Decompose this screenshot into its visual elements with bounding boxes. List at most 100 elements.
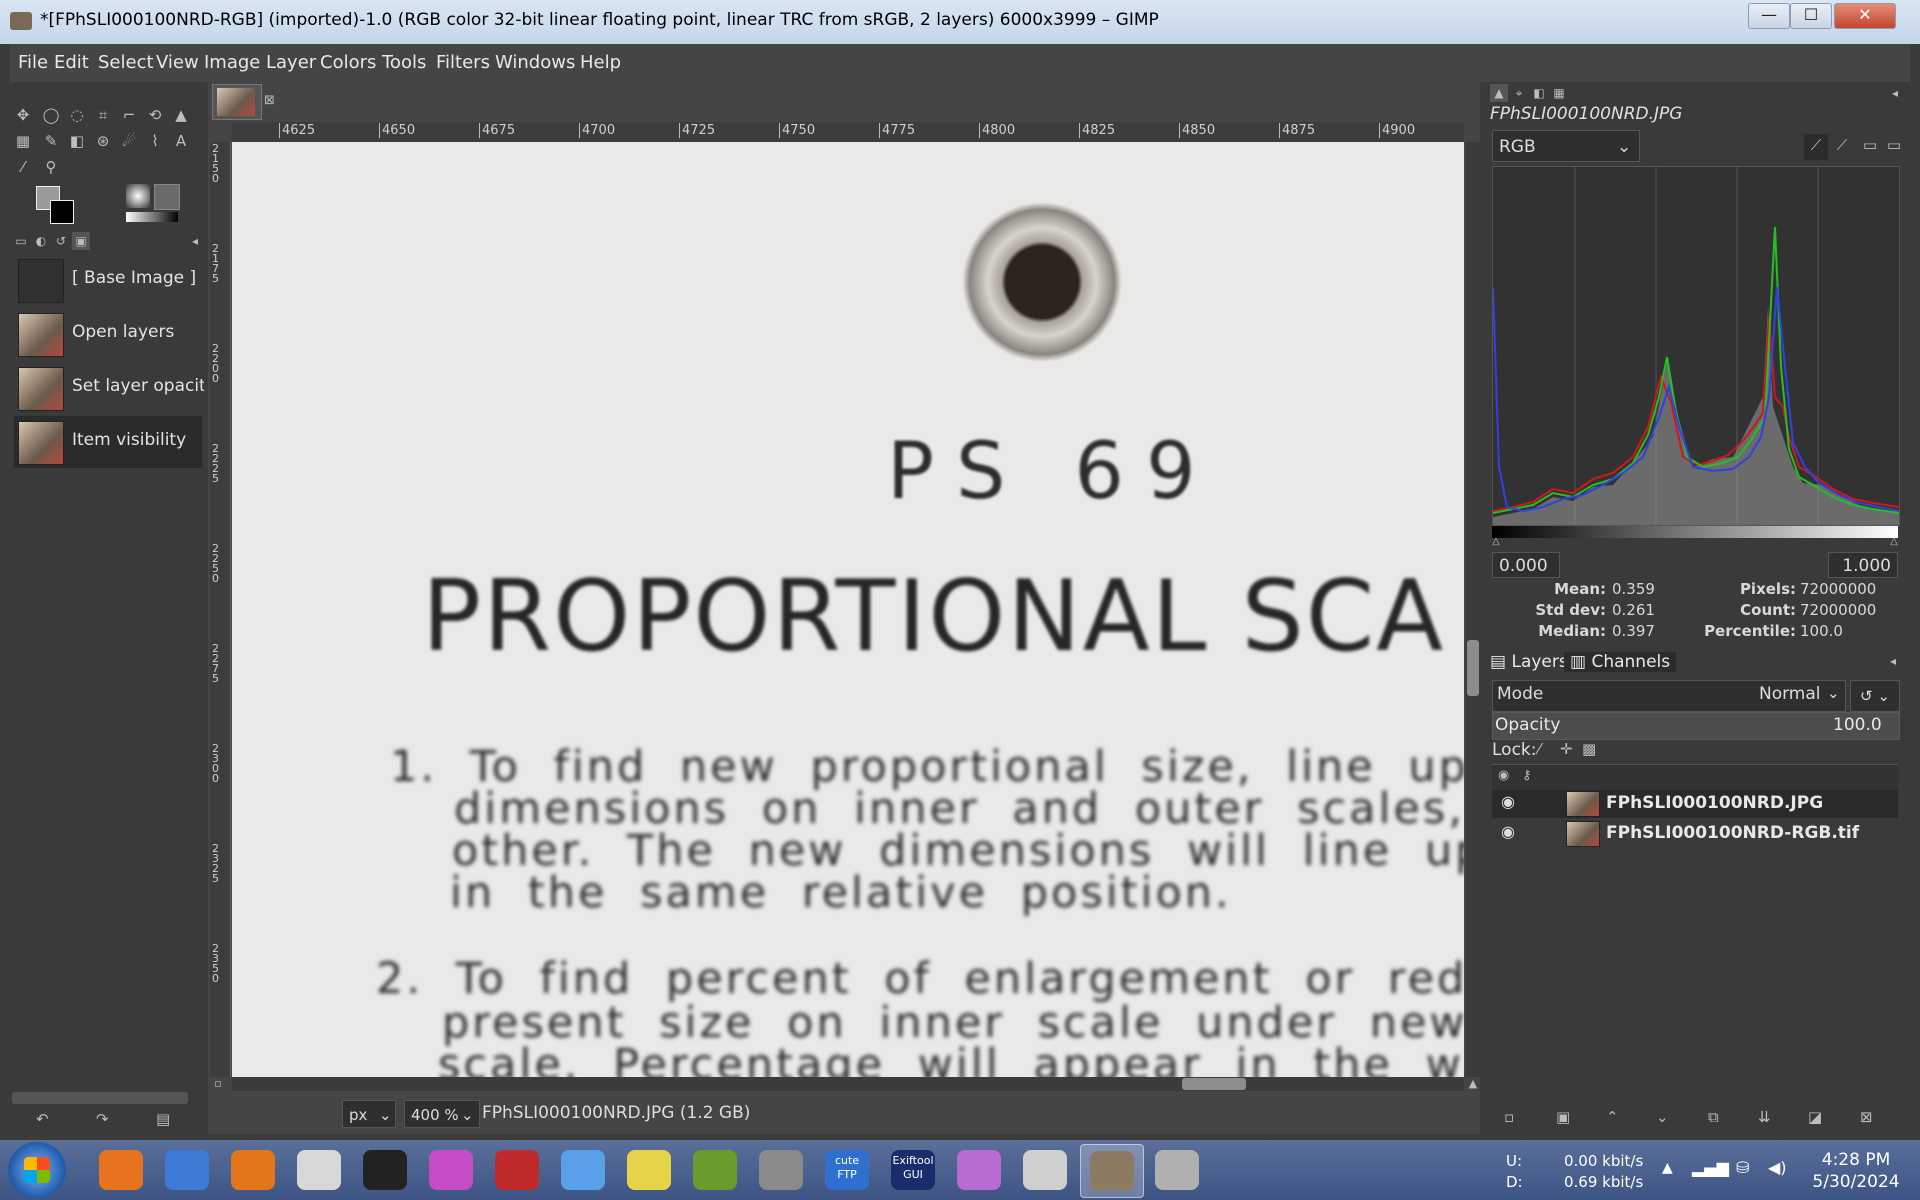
range-high-handle-icon[interactable]: △ xyxy=(1888,536,1900,548)
close-image-tab-icon[interactable]: ⊠ xyxy=(264,90,275,112)
vertical-scrollbar[interactable] xyxy=(1466,142,1480,1077)
mode-select[interactable]: Mode Normal ⌄ xyxy=(1492,680,1846,712)
menu-image[interactable]: Image xyxy=(204,52,260,73)
color-picker-icon[interactable]: ⁄ xyxy=(12,156,34,178)
bucket-fill-icon[interactable]: ▲ xyxy=(170,104,192,126)
taskbar-ruler-app[interactable] xyxy=(618,1144,680,1196)
taskbar-color-wheel[interactable] xyxy=(420,1144,482,1196)
linear-histogram-icon[interactable]: ⟋ xyxy=(1804,134,1828,160)
paintbrush-icon[interactable]: ✎ xyxy=(40,130,62,152)
taskbar-exiftool-gui[interactable]: Exiftool GUI xyxy=(882,1144,944,1196)
taskbar-camera-lens[interactable] xyxy=(354,1144,416,1196)
unit-select[interactable]: px ⌄ xyxy=(342,1100,396,1128)
background-color[interactable] xyxy=(50,200,74,224)
tray-arrow-icon[interactable]: ▲ xyxy=(1662,1160,1673,1176)
crop-icon[interactable]: ⌐ xyxy=(118,104,140,126)
horizontal-scrollbar[interactable] xyxy=(232,1077,1464,1091)
taskbar-snail-app[interactable] xyxy=(684,1144,746,1196)
smudge-icon[interactable]: ☄ xyxy=(118,130,140,152)
navigate-icon[interactable]: ▲ xyxy=(1466,1076,1480,1092)
menu-layer[interactable]: Layer xyxy=(266,52,316,73)
taskbar-hex-editor[interactable] xyxy=(552,1144,614,1196)
signal-icon[interactable]: ▂▄▆ xyxy=(1692,1158,1729,1177)
taskbar-microscope[interactable] xyxy=(1014,1144,1076,1196)
lasso-icon[interactable]: ◌ xyxy=(66,104,88,126)
volume-icon[interactable]: ◀) xyxy=(1768,1158,1787,1177)
menu-edit[interactable]: Edit xyxy=(54,52,89,73)
taskbar-eye-app[interactable] xyxy=(156,1144,218,1196)
horizontal-scroll-thumb[interactable] xyxy=(1182,1078,1246,1090)
start-button[interactable] xyxy=(8,1142,66,1198)
delete-layer-icon[interactable]: ⊠ xyxy=(1860,1106,1873,1128)
colors-tab-icon[interactable]: ◧ xyxy=(1530,84,1548,102)
zoom-tool-icon[interactable]: ⚲ xyxy=(40,156,62,178)
image-tab[interactable] xyxy=(212,84,262,120)
menu-filters[interactable]: Filters xyxy=(436,52,490,73)
image-canvas[interactable]: PS 69 PROPORTIONAL SCA 1. To find new pr… xyxy=(232,142,1464,1077)
ellipse-select-icon[interactable]: ◯ xyxy=(40,104,62,126)
undo-item-base[interactable]: [ Base Image ] xyxy=(14,254,202,306)
taskbar-firefox[interactable] xyxy=(90,1144,152,1196)
tab-layers[interactable]: ▤ Layers xyxy=(1490,652,1568,672)
network-icon[interactable]: ⛁ xyxy=(1736,1158,1749,1177)
merge-down-icon[interactable]: ⇊ xyxy=(1758,1106,1771,1128)
menu-view[interactable]: View xyxy=(156,52,199,73)
channel-select[interactable]: RGB ⌄ xyxy=(1492,130,1640,162)
log-histogram-icon[interactable]: ⟋ xyxy=(1830,134,1854,160)
tool-options-tab-icon[interactable]: ▭ xyxy=(12,232,30,250)
raise-layer-icon[interactable]: ⌃ xyxy=(1606,1106,1619,1128)
menu-tools[interactable]: Tools xyxy=(382,52,426,73)
duplicate-layer-icon[interactable]: ⧉ xyxy=(1708,1106,1719,1128)
redo-icon[interactable]: ↷ xyxy=(96,1108,109,1130)
text-tool-icon[interactable]: A xyxy=(170,130,192,152)
device-status-tab-icon[interactable]: ◐ xyxy=(32,232,50,250)
menu-colors[interactable]: Colors xyxy=(320,52,376,73)
undo-item-set-opacity[interactable]: Set layer opacity xyxy=(14,362,204,414)
lower-layer-icon[interactable]: ⌄ xyxy=(1656,1106,1669,1128)
zoom-select[interactable]: 400 % ⌄ xyxy=(404,1100,480,1128)
new-group-icon[interactable]: ▣ xyxy=(1556,1106,1570,1128)
quick-mask-icon[interactable]: ▫ xyxy=(210,1076,226,1092)
taskbar-gimp[interactable] xyxy=(1080,1144,1144,1198)
move-tool-icon[interactable]: ✥ xyxy=(12,104,34,126)
layer-row[interactable]: ◉ FPhSLI000100NRD.JPG xyxy=(1492,790,1898,818)
taskbar-acrobat[interactable] xyxy=(486,1144,548,1196)
dock-menu-icon[interactable]: ◂ xyxy=(1886,84,1904,102)
undo-icon[interactable]: ↶ xyxy=(36,1108,49,1130)
composite-mode-select[interactable]: ↺ ⌄ xyxy=(1850,680,1900,712)
eraser-icon[interactable]: ◧ xyxy=(66,130,88,152)
clone-icon[interactable]: ⊛ xyxy=(92,130,114,152)
menu-help[interactable]: Help xyxy=(580,52,621,73)
dock-menu-icon[interactable]: ◂ xyxy=(1884,652,1902,670)
brush-preview[interactable] xyxy=(126,184,150,208)
lock-position-icon[interactable]: ✛ xyxy=(1560,738,1573,760)
histogram-chart[interactable] xyxy=(1492,166,1900,526)
undo-item-visibility[interactable]: Item visibility xyxy=(14,416,202,468)
fuzzy-select-icon[interactable]: ⌗ xyxy=(92,104,114,126)
sample-points-tab-icon[interactable]: ▦ xyxy=(1550,84,1568,102)
pointer-tab-icon[interactable]: ⌖ xyxy=(1510,84,1528,102)
opacity-slider[interactable]: Opacity 100.0 xyxy=(1492,712,1900,740)
new-layer-icon[interactable]: ▫ xyxy=(1504,1106,1514,1128)
images-tab-icon[interactable]: ▣ xyxy=(72,232,90,250)
taskbar-scanner[interactable] xyxy=(1146,1144,1208,1196)
dock-menu-icon[interactable]: ◂ xyxy=(186,232,204,250)
clock-time[interactable]: 4:28 PM xyxy=(1806,1150,1906,1170)
gradient-preview[interactable] xyxy=(126,212,178,222)
menu-file[interactable]: File xyxy=(18,52,48,73)
histogram-gradient-bar[interactable] xyxy=(1492,526,1898,538)
range-low-input[interactable]: 0.000 xyxy=(1492,552,1560,578)
range-low-handle-icon[interactable]: △ xyxy=(1490,536,1502,548)
eye-icon[interactable]: ◉ xyxy=(1496,822,1520,844)
lock-pixels-icon[interactable]: ⁄ xyxy=(1538,738,1541,760)
minimize-button[interactable]: — xyxy=(1748,3,1790,29)
add-mask-icon[interactable]: ◪ xyxy=(1808,1106,1822,1128)
undo-scrollbar[interactable] xyxy=(12,1092,188,1104)
vertical-scroll-thumb[interactable] xyxy=(1467,640,1479,696)
eye-icon[interactable]: ◉ xyxy=(1496,792,1520,814)
histogram-option-icon[interactable]: ▭ xyxy=(1884,134,1904,160)
histogram-option-icon[interactable]: ▭ xyxy=(1860,134,1880,160)
undo-history-tab-icon[interactable]: ↺ xyxy=(52,232,70,250)
taskbar-magnifier[interactable] xyxy=(750,1144,812,1196)
layer-row[interactable]: ◉ FPhSLI000100NRD-RGB.tif xyxy=(1492,820,1898,848)
